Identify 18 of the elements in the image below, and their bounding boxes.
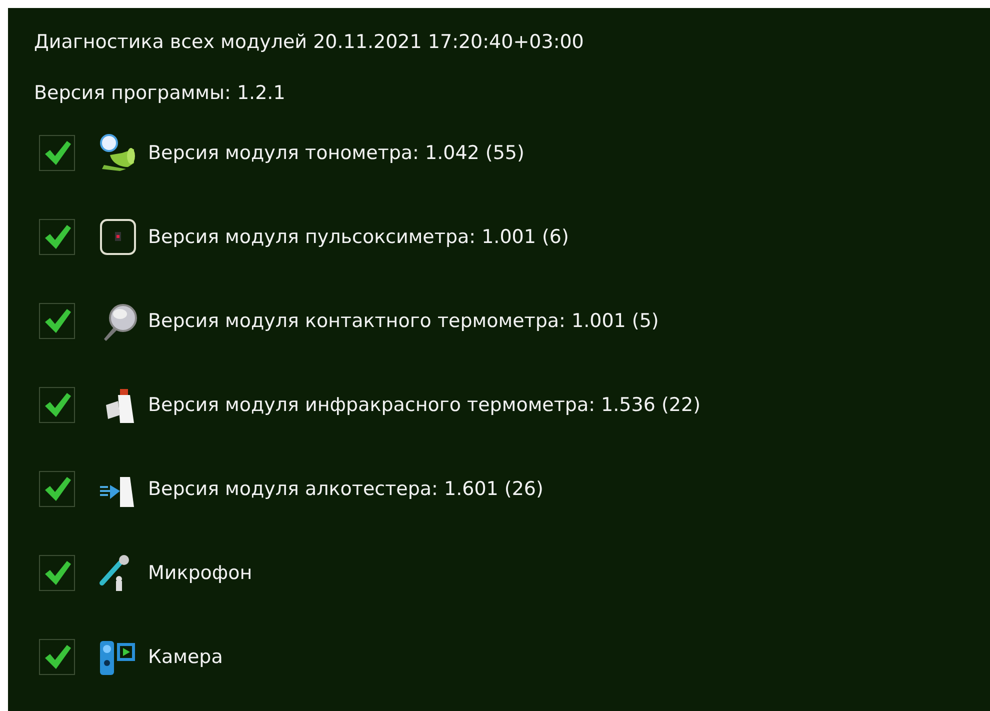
checkbox[interactable] bbox=[39, 219, 75, 255]
checkbox[interactable] bbox=[39, 471, 75, 507]
gauge-cuff-icon bbox=[98, 133, 138, 173]
module-version: Версия модуля пульсоксиметра: 1.001 (6) bbox=[148, 226, 569, 248]
checkbox[interactable] bbox=[39, 639, 75, 675]
module-version: Версия модуля алкотестера: 1.601 (26) bbox=[148, 478, 544, 500]
program-version: Версия программы: 1.2.1 bbox=[34, 81, 286, 106]
checkbox[interactable] bbox=[39, 387, 75, 423]
checkbox[interactable] bbox=[39, 303, 75, 339]
diagnostics-title: Диагностика всех модулей 20.11.2021 17:20:40+03:00 bbox=[34, 30, 585, 55]
checkbox[interactable] bbox=[39, 135, 75, 171]
module-version: Камера bbox=[148, 646, 223, 668]
module-version: Версия модуля тонометра: 1.042 (55) bbox=[148, 142, 524, 164]
module-version: Версия модуля инфракрасного термометра: 1.536 (22) bbox=[148, 394, 700, 416]
module-version: Версия модуля контактного термометра: 1.001 (5) bbox=[148, 310, 659, 332]
checkbox[interactable] bbox=[39, 555, 75, 591]
module-version: Микрофон bbox=[148, 562, 252, 584]
device-icon bbox=[98, 217, 138, 257]
